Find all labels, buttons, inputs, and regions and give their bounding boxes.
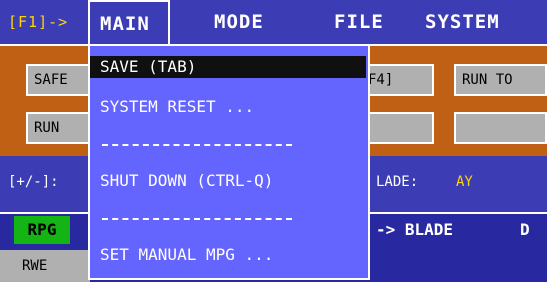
safe-button[interactable]: SAFE: [26, 64, 96, 96]
menu-mode[interactable]: MODE: [214, 0, 264, 44]
blade-value: AY: [456, 174, 473, 190]
rwe-field[interactable]: RWE: [0, 250, 90, 282]
plus-minus-label: [+/-]:: [8, 174, 59, 190]
menu-main[interactable]: MAIN: [88, 0, 170, 44]
menu-file[interactable]: FILE: [334, 0, 384, 44]
menu-system[interactable]: SYSTEM: [425, 0, 500, 44]
menu-item-system-reset[interactable]: SYSTEM RESET ...: [100, 96, 254, 118]
rpg-tab[interactable]: RPG: [14, 216, 70, 244]
empty-button-2[interactable]: [454, 112, 547, 144]
f4-button[interactable]: F4]: [360, 64, 434, 96]
menu-item-shut-down[interactable]: SHUT DOWN (CTRL-Q): [100, 170, 273, 192]
menu-separator: [102, 144, 292, 146]
main-dropdown-menu: SAVE (TAB) SYSTEM RESET ... SHUT DOWN (C…: [88, 44, 370, 280]
f1-shortcut-label: [F1]->: [8, 13, 69, 31]
blade-indicator: -> BLADE: [376, 220, 454, 239]
menu-separator: [102, 218, 292, 220]
blade-label: LADE:: [376, 174, 419, 190]
menu-item-save[interactable]: SAVE (TAB): [90, 56, 366, 78]
menu-item-set-manual-mpg[interactable]: SET MANUAL MPG ...: [100, 244, 273, 266]
run-button[interactable]: RUN: [26, 112, 96, 144]
d-indicator: D: [520, 220, 530, 239]
menubar: [F1]-> MAIN MODE FILE SYSTEM: [0, 0, 547, 44]
empty-button-1[interactable]: [360, 112, 434, 144]
run-to-button[interactable]: RUN TO: [454, 64, 547, 96]
